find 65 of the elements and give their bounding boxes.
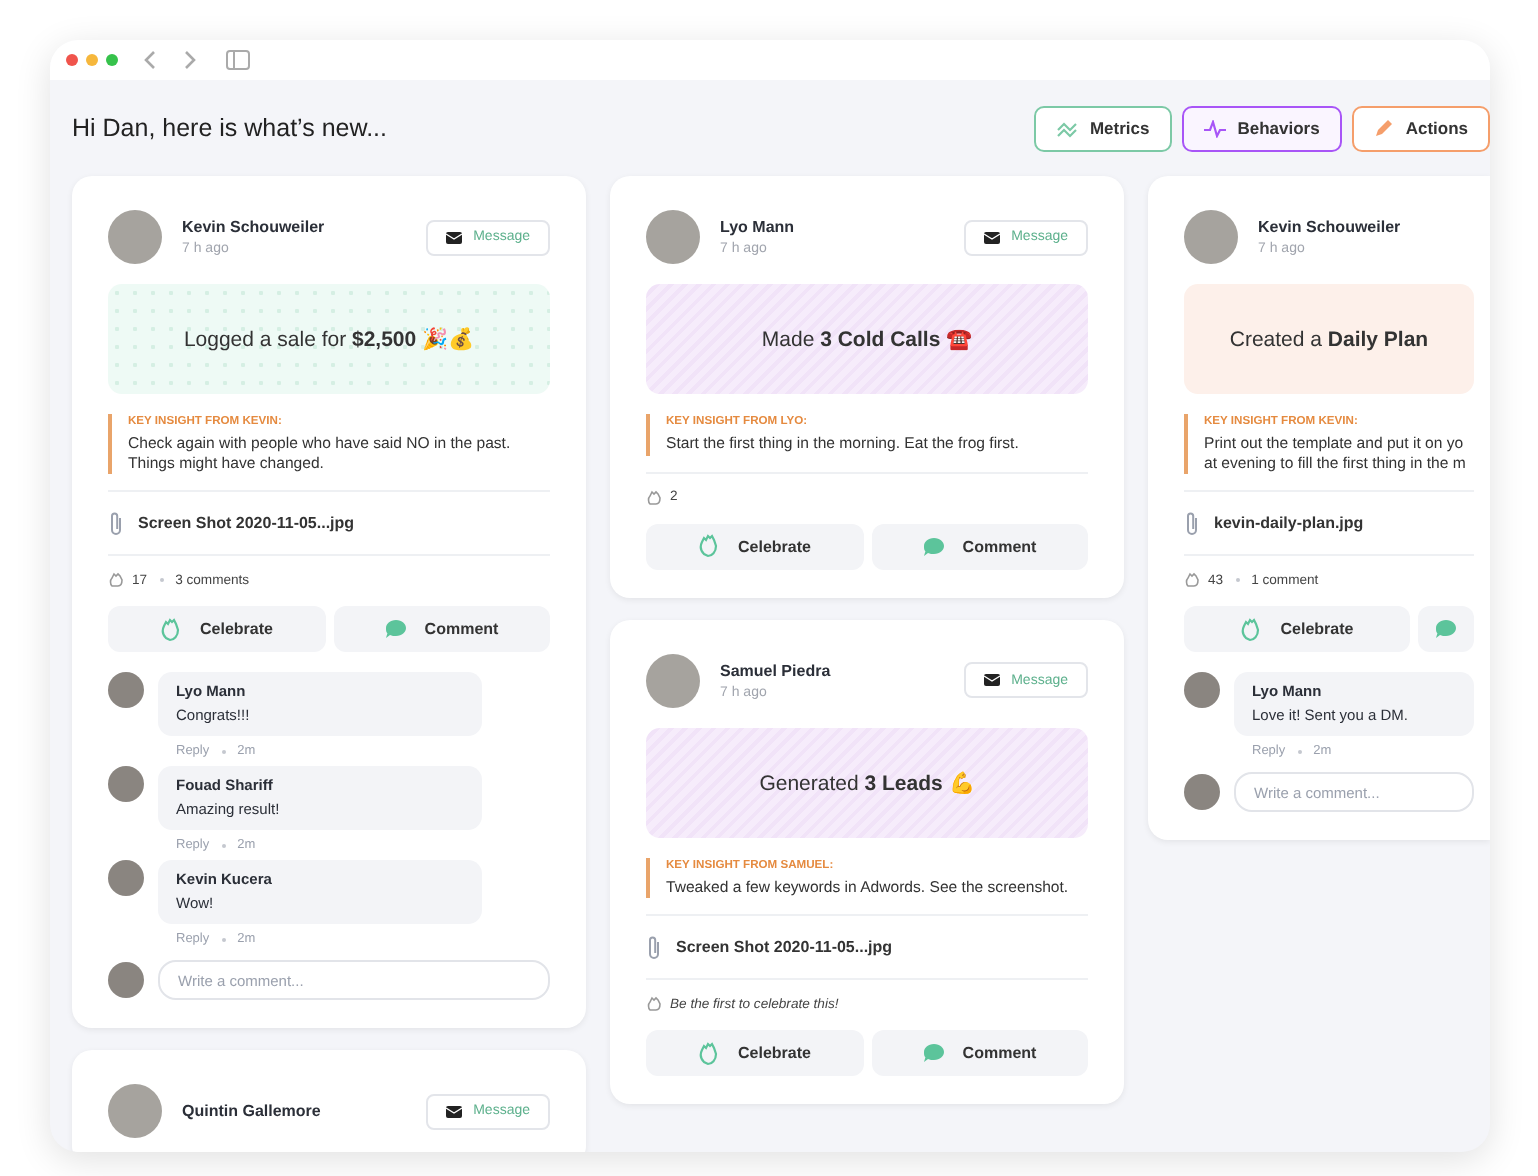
avatar bbox=[646, 210, 700, 264]
speech-bubble-icon bbox=[384, 618, 409, 641]
clapping-hands-icon bbox=[698, 534, 723, 559]
trend-icon bbox=[1055, 119, 1078, 137]
maximize-icon[interactable] bbox=[106, 54, 118, 66]
avatar bbox=[108, 962, 144, 999]
activity-text: Generated 3 Leads 💪 bbox=[759, 769, 975, 796]
activity-text: Logged a sale for $2,500 🎉💰 bbox=[183, 326, 475, 352]
speech-bubble-icon bbox=[922, 1042, 947, 1065]
sidebar-icon[interactable] bbox=[226, 50, 250, 70]
author-name: Lyo Mann bbox=[720, 218, 797, 236]
back-icon[interactable] bbox=[142, 50, 158, 70]
filter-button[interactable]: Metrics bbox=[1033, 105, 1172, 151]
avatar bbox=[108, 860, 144, 897]
comment-button[interactable]: Comment bbox=[871, 523, 1088, 570]
pencil-icon bbox=[1373, 118, 1394, 138]
clapping-hands-icon bbox=[160, 617, 185, 642]
author-name: Kevin Schouweiler bbox=[1258, 218, 1403, 236]
celebrate-button[interactable]: Celebrate bbox=[646, 1030, 863, 1077]
minimize-icon[interactable] bbox=[86, 54, 98, 66]
close-icon[interactable] bbox=[66, 54, 78, 66]
celebrate-button[interactable]: Celebrate bbox=[1184, 606, 1410, 653]
avatar bbox=[108, 210, 162, 264]
separator-dot bbox=[159, 578, 164, 583]
separator-dot bbox=[221, 749, 226, 754]
activity-text: Made 3 Cold Calls ☎ bbox=[761, 326, 973, 352]
filter-button[interactable]: Actions bbox=[1351, 105, 1490, 151]
author-name: Kevin Schouweiler bbox=[182, 218, 327, 236]
clapping-hands-icon bbox=[698, 1041, 723, 1066]
celebrate-button[interactable]: Celebrate bbox=[646, 523, 863, 570]
activity-text: Created a Daily Plan bbox=[1229, 327, 1429, 351]
author-name: Quintin Gallemore bbox=[182, 1102, 323, 1121]
comment-button[interactable]: Comment bbox=[871, 1030, 1088, 1077]
separator-dot bbox=[221, 937, 226, 942]
envelope-icon bbox=[983, 231, 1000, 243]
filter-button[interactable]: Behaviors bbox=[1181, 105, 1342, 151]
avatar bbox=[108, 1084, 162, 1139]
pulse-icon bbox=[1203, 119, 1226, 137]
paperclip-icon bbox=[646, 934, 662, 961]
forward-icon[interactable] bbox=[182, 50, 198, 70]
greeting-heading: Hi Dan, here is what’s new... bbox=[72, 114, 387, 142]
author-name: Samuel Piedra bbox=[720, 661, 833, 680]
clapping-hands-icon bbox=[1240, 617, 1265, 642]
speech-bubble-icon bbox=[1434, 618, 1458, 641]
avatar bbox=[1184, 210, 1238, 264]
separator-dot bbox=[221, 843, 226, 848]
celebrate-button[interactable]: Celebrate bbox=[108, 606, 325, 653]
envelope-icon bbox=[445, 231, 462, 243]
attachment-link[interactable]: Screen Shot 2020-11-05...jpg bbox=[676, 938, 893, 957]
attachment-link[interactable]: kevin-daily-plan.jpg bbox=[1214, 514, 1364, 533]
avatar bbox=[1184, 774, 1220, 811]
avatar bbox=[646, 653, 700, 708]
comment-button[interactable] bbox=[1418, 606, 1474, 653]
speech-bubble-icon bbox=[922, 535, 947, 558]
comment-button[interactable]: Comment bbox=[333, 606, 550, 653]
avatar bbox=[108, 672, 144, 709]
avatar bbox=[1184, 672, 1220, 709]
paperclip-icon bbox=[1184, 510, 1200, 537]
paperclip-icon bbox=[108, 510, 124, 537]
envelope-icon bbox=[983, 674, 1000, 687]
separator-dot bbox=[1235, 578, 1240, 583]
envelope-icon bbox=[445, 1105, 462, 1118]
separator-dot bbox=[1297, 749, 1302, 754]
avatar bbox=[108, 766, 144, 803]
attachment-link[interactable]: Screen Shot 2020-11-05...jpg bbox=[138, 514, 355, 533]
